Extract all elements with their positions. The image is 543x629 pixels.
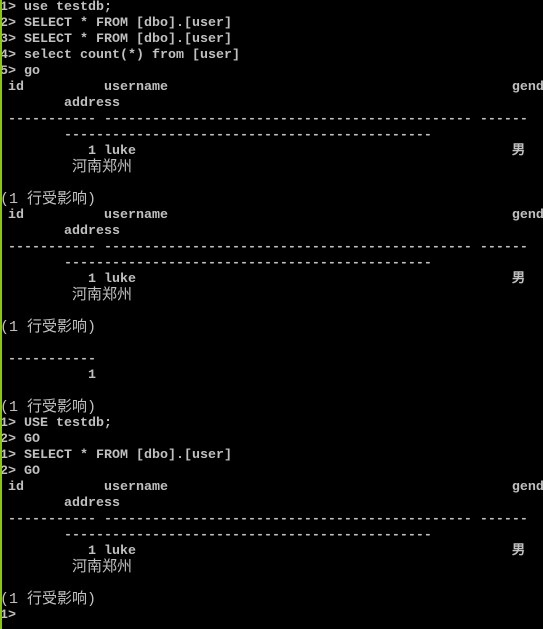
prompt-line: 3> SELECT * FROM [dbo].[user] <box>0 32 232 47</box>
output-line: 1 luke 男 <box>0 544 526 559</box>
output-line: 河南郑州 <box>0 159 133 176</box>
output-line: 河南郑州 <box>0 287 133 304</box>
prompt-line: 1> USE testdb; <box>0 416 112 431</box>
prompt-line: 1> SELECT * FROM [dbo].[user] <box>0 448 232 463</box>
rows-affected-message: (1 行受影响) <box>0 191 97 208</box>
rows-affected-message: (1 行受影响) <box>0 319 97 336</box>
rows-affected-message: (1 行受影响) <box>0 591 97 608</box>
output-line: ----------- ----------------------------… <box>0 240 528 255</box>
output-line: id username gender <box>0 80 543 95</box>
prompt-line: 2> GO <box>0 464 40 479</box>
prompt-line: 4> select count(*) from [user] <box>0 48 240 63</box>
prompt-line: 1> <box>0 608 16 623</box>
output-line: ----------- ----------------------------… <box>0 112 528 127</box>
prompt-line: 1> use testdb; <box>0 0 112 15</box>
output-line: 1 <box>0 368 96 383</box>
output-line: id username gender <box>0 208 543 223</box>
console-window[interactable]: 1> use testdb; 2> SELECT * FROM [dbo].[us… <box>0 0 543 629</box>
prompt-line: 2> GO <box>0 432 40 447</box>
output-line: address <box>0 96 120 111</box>
output-line: ----------------------------------------… <box>0 128 432 143</box>
output-line: ----------- ----------------------------… <box>0 512 528 527</box>
output-line: address <box>0 224 120 239</box>
prompt-line: 5> go <box>0 64 40 79</box>
output-line: 1 luke 男 <box>0 144 526 159</box>
prompt-line: 2> SELECT * FROM [dbo].[user] <box>0 16 232 31</box>
output-line: 1 luke 男 <box>0 272 526 287</box>
output-line: ----------------------------------------… <box>0 528 432 543</box>
output-line: id username gender <box>0 480 543 495</box>
output-line: 河南郑州 <box>0 559 133 576</box>
output-line: address <box>0 496 120 511</box>
output-line: ----------- <box>0 352 96 367</box>
rows-affected-message: (1 行受影响) <box>0 399 97 416</box>
output-line: ----------------------------------------… <box>0 256 432 271</box>
